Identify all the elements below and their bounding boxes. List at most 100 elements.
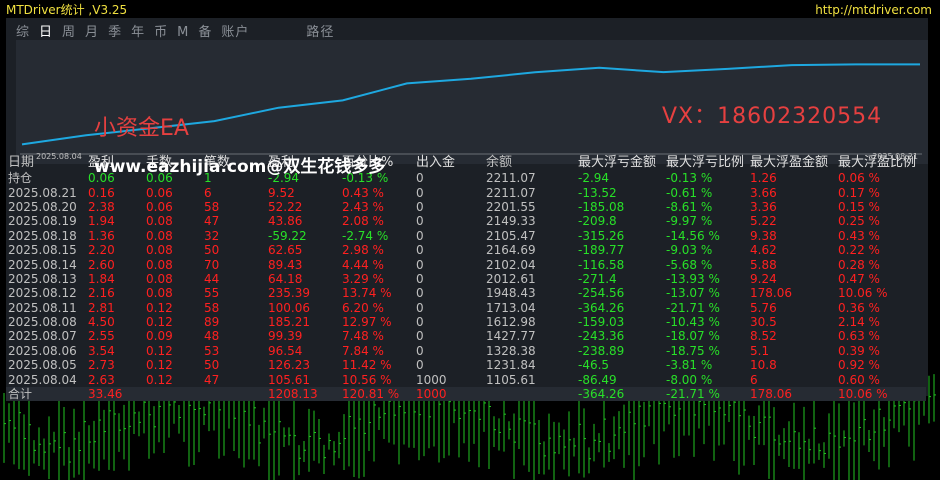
cell-1: 2.38 — [88, 199, 115, 214]
cell-6: 0 — [416, 243, 424, 258]
cell-3: 58 — [204, 199, 220, 214]
cell-5: 0.43 % — [342, 185, 384, 200]
cell-0: 2025.08.15 — [8, 243, 77, 258]
cell-5: 2.43 % — [342, 199, 384, 214]
cell-0: 2025.08.21 — [8, 185, 77, 200]
cell-10: 178.06 — [750, 286, 792, 301]
tab-6[interactable]: 币 — [154, 25, 168, 40]
cell-10: 9.24 — [750, 271, 777, 286]
cell-11: 0.60 % — [838, 372, 880, 387]
cell-9: -10.43 % — [666, 315, 720, 330]
watermark-overlay: www.eazhijia.com@双生花钱多多 — [94, 157, 386, 177]
cell-10: 5.22 — [750, 214, 777, 229]
cell-3: 50 — [204, 243, 220, 258]
cell-9: -9.03 % — [666, 243, 713, 258]
cell-0: 2025.08.12 — [8, 286, 77, 301]
cell-6: 0 — [416, 358, 424, 373]
cell-9: -13.93 % — [666, 271, 720, 286]
table-row: 2025.08.18 1.36 0.08 32 -59.22 -2.74 % 0 2105.4… — [6, 229, 926, 243]
cell-2: 0.09 — [146, 329, 173, 344]
cell-4: 96.54 — [268, 343, 303, 358]
cell-0: 2025.08.08 — [8, 315, 77, 330]
cell-0: 2025.08.05 — [8, 358, 77, 373]
cell-8: -364.26 — [578, 300, 625, 315]
cell-10: 8.52 — [750, 329, 777, 344]
header-11: 最大浮盈比例 — [838, 154, 917, 170]
tab-8[interactable]: 备 — [198, 25, 212, 40]
cell-6: 1000 — [416, 372, 447, 387]
cell-8: -86.49 — [578, 372, 617, 387]
cell-0: 合计 — [6, 386, 88, 402]
cell-8: -315.26 — [578, 228, 625, 243]
cell-0: 持仓 — [8, 171, 33, 186]
cell-3: 50 — [204, 358, 220, 373]
cell-7: 1612.98 — [486, 315, 536, 330]
cell-5: 2.08 % — [342, 214, 384, 229]
header-7: 余额 — [486, 154, 513, 170]
cell-11: 0.06 % — [838, 171, 880, 186]
cell-9: -0.61 % — [666, 185, 713, 200]
cell-8: -243.36 — [578, 329, 625, 344]
tab-10[interactable]: 路径 — [306, 25, 334, 40]
cell-1: 1.94 — [88, 214, 115, 229]
cell-6: 0 — [416, 214, 424, 229]
cell-0: 2025.08.07 — [8, 329, 77, 344]
cell-10: 1.26 — [750, 171, 777, 186]
cell-10: 4.62 — [750, 243, 777, 258]
cell-1: 2.60 — [88, 257, 115, 272]
table-row: 2025.08.04 2.63 0.12 47 105.61 10.56 % 1000 110… — [6, 372, 926, 387]
cell-1: 2.20 — [88, 243, 115, 258]
cell-2: 0.08 — [146, 243, 173, 258]
equity-curve-chart: 2025.08.04 2025.08.21 小资金EA VX：186023205… — [16, 40, 928, 164]
cell-4: 99.39 — [268, 329, 303, 344]
cell-11: 0.28 % — [838, 257, 880, 272]
header-0: 日期 — [8, 154, 35, 170]
cell-9: -13.07 % — [666, 286, 720, 301]
cell-3: 89 — [204, 315, 220, 330]
cell-5: 120.81 % — [342, 386, 416, 402]
cell-3 — [204, 386, 268, 402]
cell-10: 178.06 — [750, 386, 838, 402]
cell-5: 2.98 % — [342, 243, 384, 258]
cell-8: -238.89 — [578, 343, 625, 358]
cell-2: 0.08 — [146, 271, 173, 286]
tab-0[interactable]: 综 — [16, 25, 30, 40]
cell-6: 0 — [416, 343, 424, 358]
table-row: 2025.08.19 1.94 0.08 47 43.86 2.08 % 0 2149.33 -… — [6, 214, 926, 228]
cell-7: 1105.61 — [486, 372, 536, 387]
cell-2: 0.06 — [146, 185, 173, 200]
cell-7: 1231.84 — [486, 358, 536, 373]
cell-1: 2.16 — [88, 286, 115, 301]
tab-7[interactable]: M — [177, 25, 189, 40]
cell-10: 5.88 — [750, 257, 777, 272]
watermark-right: VX：18602320554 — [662, 104, 883, 129]
cell-8: -13.52 — [578, 185, 617, 200]
period-tabs: 综日周月季年币 M 备账户 路径 — [16, 21, 343, 40]
cell-11: 0.92 % — [838, 358, 880, 373]
cell-4: 89.43 — [268, 257, 303, 272]
cell-9: -14.56 % — [666, 228, 720, 243]
cell-10: 30.5 — [750, 315, 777, 330]
tab-3[interactable]: 月 — [85, 25, 99, 40]
cell-6: 1000 — [416, 386, 486, 402]
table-row: 2025.08.06 3.54 0.12 53 96.54 7.84 % 0 1328.38 -… — [6, 344, 926, 358]
tab-9[interactable]: 账户 — [221, 25, 249, 40]
cell-4: 100.06 — [268, 300, 310, 315]
tab-4[interactable]: 季 — [108, 25, 122, 40]
tab-2[interactable]: 周 — [62, 25, 76, 40]
cell-4: 52.22 — [268, 199, 303, 214]
cell-6: 0 — [416, 271, 424, 286]
cell-1: 0.16 — [88, 185, 115, 200]
header-6: 出入金 — [416, 154, 456, 170]
cell-2: 0.12 — [146, 372, 173, 387]
cell-2: 0.12 — [146, 358, 173, 373]
cell-4: 235.39 — [268, 286, 310, 301]
website-link[interactable]: http://mtdriver.com — [815, 3, 932, 17]
tab-1[interactable]: 日 — [39, 25, 53, 40]
cell-5: 6.20 % — [342, 300, 384, 315]
tab-5[interactable]: 年 — [131, 25, 145, 40]
cell-11: 0.47 % — [838, 271, 880, 286]
cell-7: 1427.77 — [486, 329, 536, 344]
cell-3: 48 — [204, 329, 220, 344]
cell-6: 0 — [416, 300, 424, 315]
